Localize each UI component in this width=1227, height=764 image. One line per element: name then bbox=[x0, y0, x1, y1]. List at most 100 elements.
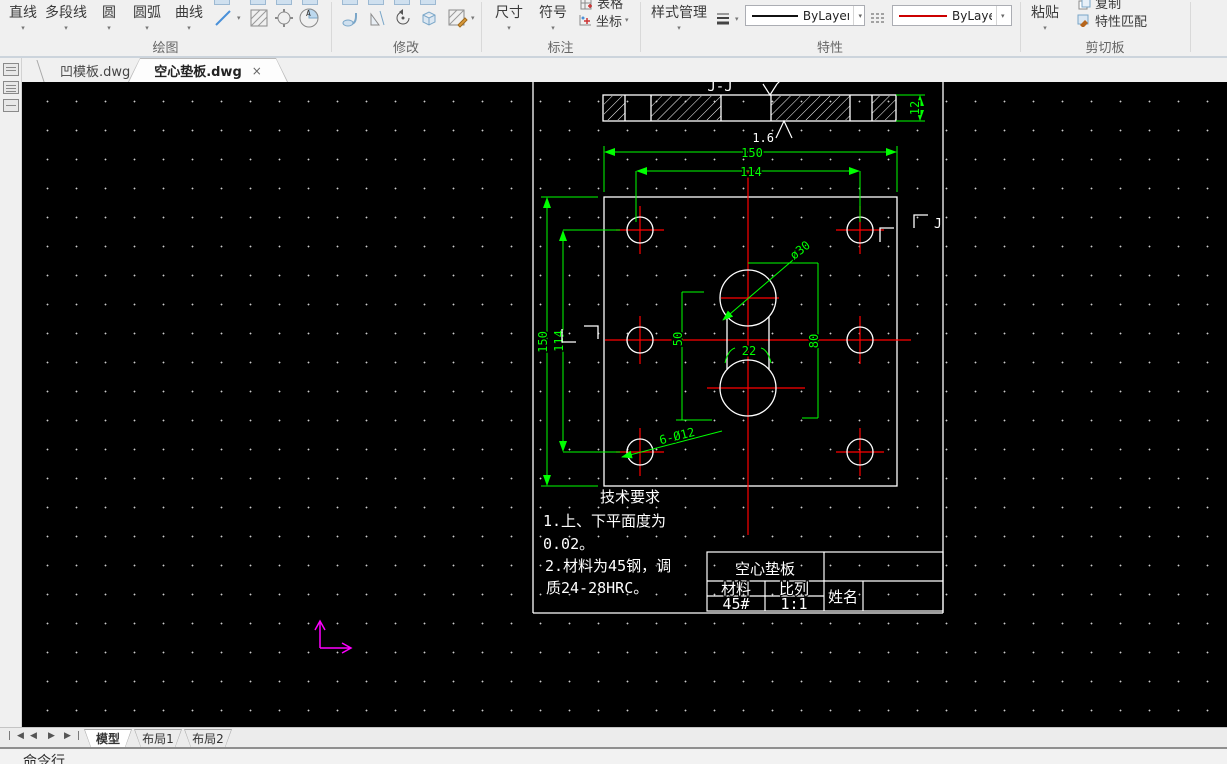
chevron-down-icon[interactable]: ▾ bbox=[536, 24, 570, 33]
copy-button-clipped[interactable]: 复制 bbox=[1078, 0, 1121, 12]
lineweight-select[interactable]: ByLayer ▾ bbox=[745, 5, 865, 26]
draw-arc-button[interactable]: 圆弧 ▾ bbox=[130, 2, 164, 33]
chevron-down-icon[interactable]: ▾ bbox=[735, 15, 739, 23]
svg-text:姓名: 姓名 bbox=[828, 588, 858, 606]
table-button-clipped[interactable]: 表格 bbox=[580, 0, 623, 12]
svg-text:1:1: 1:1 bbox=[780, 595, 807, 613]
chevron-down-icon[interactable]: ▾ bbox=[94, 24, 124, 33]
dimension-holespan-v[interactable] bbox=[559, 229, 620, 453]
section-view[interactable]: J-J 1.6 12 bbox=[602, 82, 925, 145]
drawing-canvas[interactable]: J-J 1.6 12 150 114 150 114 50 80 22 ø30 … bbox=[22, 82, 1227, 727]
drawing-frame[interactable] bbox=[532, 82, 944, 614]
draw-line-button[interactable]: 直线 ▾ bbox=[6, 2, 40, 33]
section-letter: J bbox=[934, 217, 942, 232]
lineweight-swatch bbox=[752, 14, 798, 17]
cad-drawing[interactable]: J-J 1.6 12 150 114 150 114 50 80 22 ø30 … bbox=[22, 82, 1227, 727]
symbol-button[interactable]: 符号 ▾ bbox=[536, 2, 570, 33]
box-3d-icon[interactable] bbox=[418, 7, 440, 29]
clipped-icon[interactable] bbox=[368, 0, 384, 5]
color-swatch bbox=[899, 14, 947, 17]
tab-document-1[interactable]: 凹模板.dwg bbox=[60, 61, 130, 80]
chevron-down-icon[interactable]: ▾ bbox=[853, 6, 862, 25]
svg-text:0.02。: 0.02。 bbox=[543, 535, 594, 553]
style-manager-button[interactable]: 样式管理 ▾ bbox=[648, 2, 710, 33]
fillet-icon[interactable] bbox=[340, 7, 362, 29]
grid-tool-icon[interactable] bbox=[3, 81, 19, 94]
svg-text:技术要求: 技术要求 bbox=[600, 488, 660, 506]
ribbon-toolbar: 直线 ▾ 多段线 ▾ 圆 ▾ 圆弧 ▾ 曲线 ▾ ▾ A 绘图 ▾ 修改 尺寸 … bbox=[0, 0, 1227, 58]
tab-document-2-active[interactable]: 空心垫板.dwg × bbox=[128, 58, 288, 82]
draw-line-label: 直线 bbox=[9, 5, 37, 21]
clipped-icon[interactable] bbox=[420, 0, 436, 5]
document-tab-bar: 凹模板.dwg 空心垫板.dwg × bbox=[22, 58, 1227, 82]
tab-nav-next[interactable]: ▶ bbox=[48, 731, 61, 741]
layer-tool-icon[interactable] bbox=[3, 63, 19, 76]
coordinate-icon bbox=[579, 15, 591, 26]
chevron-down-icon[interactable]: ▾ bbox=[172, 24, 206, 33]
svg-text:50: 50 bbox=[671, 332, 685, 346]
chevron-down-icon[interactable]: ▾ bbox=[1028, 24, 1062, 33]
clipped-icon[interactable] bbox=[250, 0, 266, 5]
clipped-icon[interactable] bbox=[276, 0, 292, 5]
modify-group-label: 修改 bbox=[392, 41, 419, 56]
svg-text:114: 114 bbox=[740, 165, 762, 179]
tab-separator bbox=[36, 60, 45, 82]
lineweight-icon[interactable] bbox=[714, 9, 732, 27]
svg-text:1.上、下平面度为: 1.上、下平面度为 bbox=[543, 512, 666, 530]
chevron-down-icon[interactable]: ▾ bbox=[648, 24, 710, 33]
hatch-icon[interactable] bbox=[248, 7, 270, 29]
tab-nav-first[interactable]: |◀ bbox=[8, 731, 30, 741]
chamfer-icon[interactable] bbox=[366, 7, 388, 29]
chevron-down-icon[interactable]: ▾ bbox=[492, 24, 526, 33]
chevron-down-icon[interactable]: ▾ bbox=[996, 6, 1005, 25]
ucs-icon bbox=[314, 619, 353, 654]
segment-line-icon[interactable] bbox=[212, 7, 234, 29]
section-label: J-J bbox=[707, 82, 732, 95]
close-icon[interactable]: × bbox=[252, 64, 262, 78]
tab-layout2[interactable]: 布局2 bbox=[184, 729, 232, 748]
clipped-icon[interactable] bbox=[214, 0, 230, 5]
tab-layout1[interactable]: 布局1 bbox=[134, 729, 182, 748]
svg-text:114: 114 bbox=[552, 330, 566, 352]
command-line-panel[interactable]: 命令行 bbox=[0, 747, 1227, 764]
dimension-50[interactable] bbox=[676, 291, 712, 421]
coordinate-button[interactable]: 坐标 ▾ bbox=[578, 11, 629, 30]
group-divider bbox=[1190, 2, 1191, 52]
linetype-icon[interactable] bbox=[869, 9, 887, 27]
roughness-symbol-bottom: 1.6 bbox=[752, 119, 793, 145]
text-area-icon[interactable]: A bbox=[298, 7, 320, 29]
paste-button[interactable]: 粘贴 ▾ bbox=[1028, 2, 1062, 33]
draw-curve-button[interactable]: 曲线 ▾ bbox=[172, 2, 206, 33]
clipped-icon[interactable] bbox=[394, 0, 410, 5]
match-properties-button[interactable]: 特性匹配 bbox=[1076, 11, 1147, 30]
svg-text:2.材料为45钢，调: 2.材料为45钢，调 bbox=[545, 557, 671, 575]
part-title: 空心垫板 bbox=[735, 560, 795, 578]
chevron-down-icon[interactable]: ▾ bbox=[471, 14, 475, 22]
chevron-down-icon[interactable]: ▾ bbox=[625, 16, 629, 24]
rotate-icon[interactable] bbox=[392, 7, 414, 29]
command-line-label: 命令行 bbox=[23, 754, 65, 764]
tab-nav-prev[interactable]: ◀ bbox=[30, 731, 43, 741]
chevron-down-icon[interactable]: ▾ bbox=[42, 24, 90, 33]
tab-model[interactable]: 模型 bbox=[84, 729, 132, 748]
draw-circle-button[interactable]: 圆 ▾ bbox=[94, 2, 124, 33]
chevron-down-icon[interactable]: ▾ bbox=[130, 24, 164, 33]
plan-view[interactable]: 150 114 150 114 50 80 22 ø30 6-Ø12 J bbox=[535, 145, 942, 535]
svg-text:150: 150 bbox=[536, 331, 550, 353]
chevron-down-icon[interactable]: ▾ bbox=[237, 14, 241, 22]
svg-text:22: 22 bbox=[742, 344, 756, 358]
fence-tool-icon[interactable] bbox=[3, 99, 19, 112]
color-select[interactable]: ByLayer ▾ bbox=[892, 5, 1012, 26]
bolt-holes[interactable] bbox=[626, 216, 874, 466]
draw-polyline-button[interactable]: 多段线 ▾ bbox=[42, 2, 90, 33]
tab-nav-last[interactable]: ▶| bbox=[64, 731, 86, 741]
clipped-icon[interactable] bbox=[302, 0, 318, 5]
dimension-button[interactable]: 尺寸 ▾ bbox=[492, 2, 526, 33]
properties-group-label: 特性 bbox=[816, 41, 843, 56]
svg-text:12: 12 bbox=[908, 101, 922, 115]
edit-hatch-icon[interactable] bbox=[446, 7, 468, 29]
chevron-down-icon[interactable]: ▾ bbox=[6, 24, 40, 33]
clipped-icon[interactable] bbox=[342, 0, 358, 5]
dimension-dia-leader[interactable] bbox=[722, 253, 801, 321]
region-gear-icon[interactable] bbox=[273, 7, 295, 29]
